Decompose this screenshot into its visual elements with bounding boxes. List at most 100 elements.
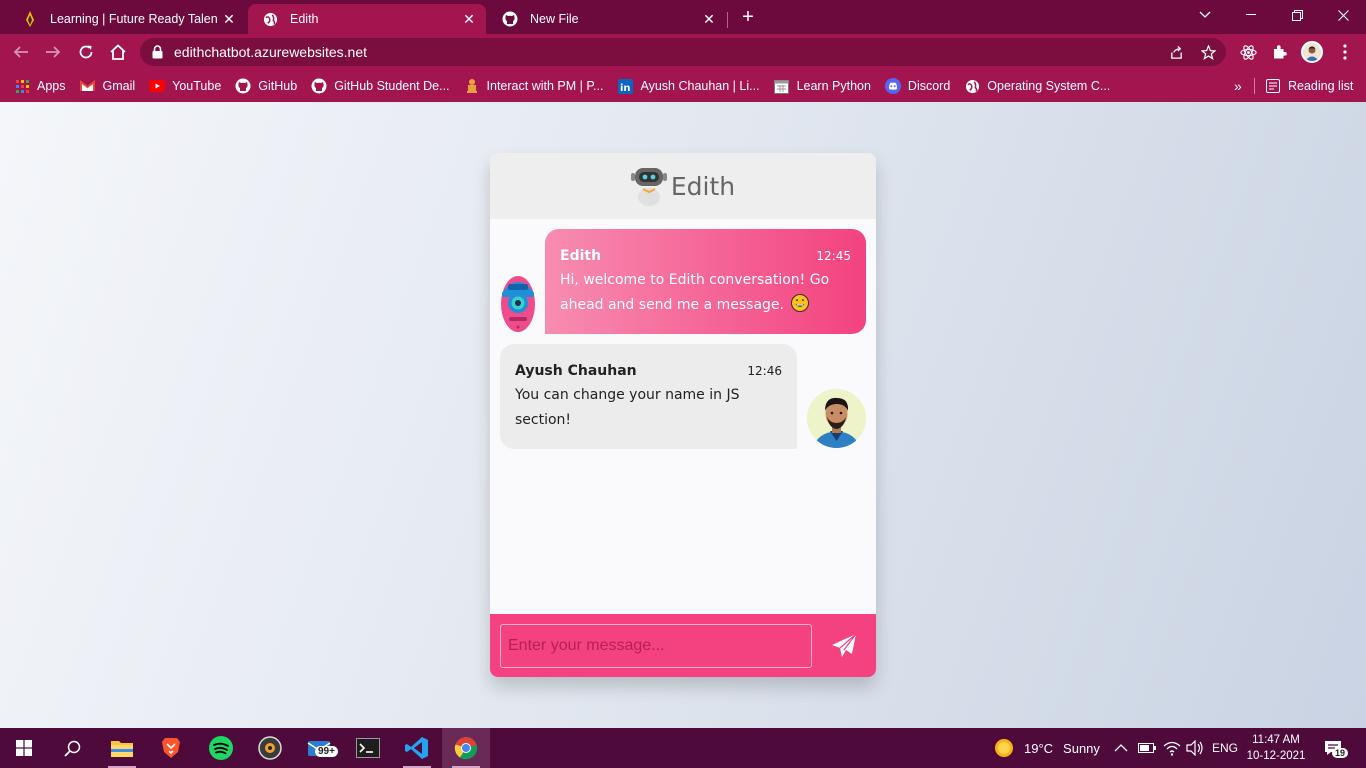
- url-text: edithchatbot.azurewebsites.net: [174, 44, 368, 60]
- profile-button[interactable]: [1299, 39, 1325, 65]
- bookmark-label: Gmail: [102, 79, 136, 93]
- back-button[interactable]: [8, 39, 34, 65]
- input-language[interactable]: ENG: [1212, 728, 1238, 768]
- avatar: [1301, 41, 1323, 63]
- grinning-emoji-icon: [791, 294, 810, 312]
- close-window-button[interactable]: [1320, 0, 1366, 30]
- tab-title: Learning | Future Ready Talent: [50, 12, 218, 26]
- battery-icon: [1138, 743, 1156, 753]
- close-tab-icon[interactable]: ✕: [698, 8, 720, 30]
- bookmark-label: Ayush Chauhan | Li...: [640, 79, 760, 93]
- chat-title: Edith: [670, 171, 736, 201]
- new-tab-button[interactable]: +: [736, 6, 760, 30]
- bookmark-label: Learn Python: [796, 79, 871, 93]
- tab-new-file[interactable]: New File ✕: [488, 4, 726, 34]
- chat-input-bar: [490, 614, 876, 677]
- tab-search-button[interactable]: [1182, 0, 1228, 30]
- tab-edith[interactable]: Edith ✕: [248, 4, 486, 34]
- bookmark-star-icon[interactable]: [1195, 38, 1221, 66]
- bookmark-operating-system[interactable]: Operating System C...: [964, 78, 1110, 94]
- spotify-icon: [209, 736, 233, 760]
- vscode-taskbar-icon[interactable]: [393, 728, 441, 768]
- linkedin-icon: in: [617, 78, 633, 94]
- reload-icon: [79, 45, 93, 59]
- bookmark-label: YouTube: [172, 79, 222, 93]
- close-tab-icon[interactable]: ✕: [218, 8, 240, 30]
- terminal-taskbar-icon[interactable]: [344, 728, 392, 768]
- browser-tab-strip: Learning | Future Ready Talent ✕ Edith ✕…: [0, 0, 1366, 34]
- browser-menu-button[interactable]: [1332, 39, 1358, 65]
- bookmark-apps[interactable]: Apps: [14, 78, 66, 94]
- share-icon[interactable]: [1163, 38, 1189, 66]
- battery-status[interactable]: [1138, 728, 1156, 768]
- speaker-icon: [1186, 740, 1203, 756]
- chrome-icon: [454, 737, 478, 760]
- weather-condition: Sunny: [1063, 740, 1100, 756]
- network-status[interactable]: [1163, 728, 1181, 768]
- bookmark-label: GitHub: [258, 79, 298, 93]
- send-button[interactable]: [830, 632, 858, 660]
- message-input[interactable]: [500, 624, 812, 668]
- weather-temperature: 19°C: [1024, 740, 1054, 756]
- start-button[interactable]: [0, 728, 48, 768]
- bookmark-github[interactable]: GitHub: [235, 78, 297, 94]
- file-explorer-taskbar-icon[interactable]: [98, 728, 146, 768]
- restore-button[interactable]: [1274, 0, 1320, 30]
- message-sender: Ayush Chauhan: [515, 363, 637, 379]
- search-button[interactable]: [48, 728, 96, 768]
- gmail-icon: [80, 78, 96, 94]
- forward-button[interactable]: [40, 39, 66, 65]
- paper-plane-icon: [832, 633, 857, 657]
- bookmark-label: Apps: [37, 79, 66, 93]
- spotify-taskbar-icon[interactable]: [197, 728, 245, 768]
- lock-icon: [152, 45, 166, 59]
- bookmark-gmail[interactable]: Gmail: [80, 78, 136, 94]
- bookmark-pm[interactable]: Interact with PM | P...: [464, 78, 603, 94]
- calendar-icon: [774, 78, 790, 94]
- home-button[interactable]: [105, 39, 131, 65]
- youtube-icon: [149, 78, 166, 94]
- bookmark-youtube[interactable]: YouTube: [149, 78, 221, 94]
- weather-widget[interactable]: 19°C Sunny: [994, 728, 1100, 768]
- tab-learning[interactable]: Learning | Future Ready Talent ✕: [8, 4, 246, 34]
- bookmarks-overflow-button[interactable]: »: [1234, 70, 1242, 102]
- close-tab-icon[interactable]: ✕: [458, 8, 480, 30]
- volume-control[interactable]: [1186, 728, 1204, 768]
- bookmarks-bar: Apps Gmail YouTube GitHub GitHub Student…: [0, 70, 1366, 102]
- bookmark-github-student[interactable]: GitHub Student De...: [311, 78, 450, 94]
- svg-text:in: in: [620, 83, 631, 94]
- chrome-taskbar-icon[interactable]: [442, 728, 490, 768]
- system-clock[interactable]: 11:47 AM 10-12-2021: [1244, 732, 1308, 764]
- address-bar[interactable]: edithchatbot.azurewebsites.net: [140, 38, 1226, 66]
- home-icon: [110, 44, 126, 60]
- bookmark-learn-python[interactable]: Learn Python: [774, 78, 871, 94]
- notification-center-button[interactable]: 19: [1324, 728, 1349, 768]
- reading-list-button[interactable]: Reading list: [1266, 70, 1353, 102]
- media-player-taskbar-icon[interactable]: [246, 728, 294, 768]
- minimize-button[interactable]: [1228, 0, 1274, 30]
- brave-lion-icon: [162, 738, 180, 758]
- bookmark-linkedin[interactable]: in Ayush Chauhan | Li...: [617, 78, 760, 94]
- user-message-bubble: Ayush Chauhan 12:46 You can change your …: [500, 344, 797, 449]
- bot-message-bubble: Edith 12:45 Hi, welcome to Edith convers…: [545, 229, 866, 334]
- disc-icon: [258, 736, 282, 760]
- clock-time: 11:47 AM: [1252, 734, 1300, 746]
- folder-icon: [111, 741, 133, 757]
- message-time: 12:46: [747, 364, 782, 378]
- react-icon: [1239, 44, 1257, 60]
- bookmark-discord[interactable]: Discord: [884, 78, 950, 94]
- globe-icon: [262, 11, 278, 27]
- reload-button[interactable]: [73, 39, 99, 65]
- react-devtools-extension[interactable]: [1235, 39, 1261, 65]
- mail-taskbar-icon[interactable]: 99+: [295, 728, 343, 768]
- extensions-button[interactable]: [1267, 39, 1293, 65]
- chat-window: Edith Edith 12:45 Hi, welcome to Edith c…: [490, 153, 876, 677]
- bookmark-label: Operating System C...: [987, 79, 1111, 93]
- page-viewport: Edith Edith 12:45 Hi, welcome to Edith c…: [0, 102, 1366, 728]
- message-header: Edith 12:45: [560, 248, 851, 264]
- windows-logo-icon: [16, 740, 32, 756]
- message-header: Ayush Chauhan 12:46: [515, 363, 782, 379]
- github-icon: [311, 78, 327, 94]
- brave-taskbar-icon[interactable]: [147, 728, 195, 768]
- tray-overflow-button[interactable]: [1114, 728, 1128, 768]
